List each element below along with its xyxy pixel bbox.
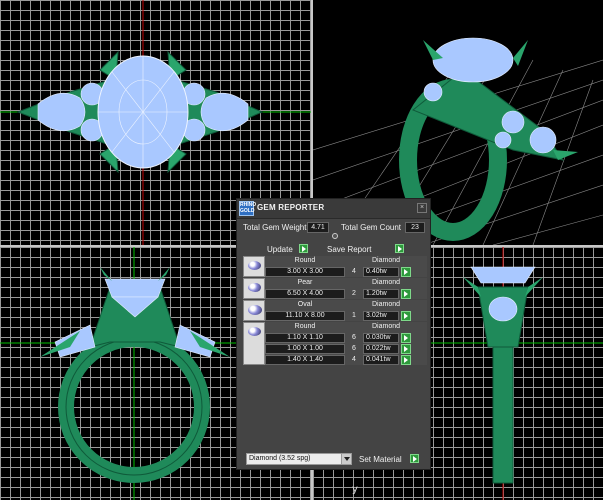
set-material-button[interactable]: Set Material (359, 455, 402, 464)
gem-go-arrow-icon[interactable] (401, 311, 411, 321)
gem-size: 1.00 X 1.00 (265, 344, 345, 354)
gem-size: 11.10 X 8.00 (265, 311, 345, 321)
gem-go-arrow-icon[interactable] (401, 344, 411, 354)
gem-weight: 3.02tw (363, 311, 399, 321)
gem-line: 1.00 X 1.00 6 0.022tw (265, 344, 427, 354)
gem-material-label: Diamond (371, 323, 400, 330)
gem-weight: 0.40tw (363, 267, 399, 277)
gem-material-label: Diamond (371, 257, 400, 264)
material-select-value: Diamond (3.52 spg) (249, 455, 311, 462)
gem-shape-icon (243, 278, 265, 299)
gem-reporter-panel[interactable]: RHINO GOLD GEM REPORTER × Total Gem Weig… (236, 198, 431, 470)
total-gem-count-value: 23 (405, 222, 425, 233)
gem-shape-label: Pear (297, 279, 313, 286)
panel-title-bar[interactable]: RHINO GOLD GEM REPORTER × (237, 199, 430, 219)
gem-count: 1 (352, 312, 356, 319)
slider-knob-icon[interactable] (332, 233, 338, 239)
gem-count: 2 (352, 290, 356, 297)
gem-weight: 0.022tw (363, 344, 399, 354)
gem-list: Round Diamond 3.00 X 3.00 4 0.40tw Pear … (243, 256, 427, 366)
gem-weight: 0.030tw (363, 333, 399, 343)
gem-shape-label: Round (294, 323, 316, 330)
gem-group-round-2[interactable]: Round Diamond 1.10 X 1.10 6 0.030tw 1.00… (243, 322, 427, 365)
close-icon[interactable]: × (417, 203, 427, 213)
total-gem-count-label: Total Gem Count (341, 223, 402, 232)
gem-line: 11.10 X 8.00 1 3.02tw (265, 311, 427, 321)
gem-count: 4 (352, 268, 356, 275)
gem-shape-label: Oval (297, 301, 313, 308)
gem-go-arrow-icon[interactable] (401, 267, 411, 277)
gem-count: 6 (352, 334, 356, 341)
gem-size: 6.50 X 4.00 (265, 289, 345, 299)
rhino-gold-logo-icon: RHINO GOLD (239, 201, 257, 216)
gem-size: 1.10 X 1.10 (265, 333, 345, 343)
gem-count: 6 (352, 345, 356, 352)
gem-count: 4 (352, 356, 356, 363)
update-button[interactable]: Update (267, 245, 293, 254)
save-report-button[interactable]: Save Report (327, 245, 371, 254)
gem-go-arrow-icon[interactable] (401, 289, 411, 299)
gem-shape-icon (243, 256, 265, 277)
gem-material-label: Diamond (371, 279, 400, 286)
axis-label-y: y (352, 484, 358, 495)
gem-group-round-1[interactable]: Round Diamond 3.00 X 3.00 4 0.40tw (243, 256, 427, 277)
gem-line: 1.10 X 1.10 6 0.030tw (265, 333, 427, 343)
gem-line: 1.40 X 1.40 4 0.041tw (265, 355, 427, 365)
gem-line: 3.00 X 3.00 4 0.40tw (265, 267, 427, 277)
total-gem-weight-label: Total Gem Weight (243, 223, 307, 232)
gem-shape-icon (243, 300, 265, 321)
gem-size: 1.40 X 1.40 (265, 355, 345, 365)
gem-group-oval[interactable]: Oval Diamond 11.10 X 8.00 1 3.02tw (243, 300, 427, 321)
gem-line: 6.50 X 4.00 2 1.20tw (265, 289, 427, 299)
gem-go-arrow-icon[interactable] (401, 333, 411, 343)
gem-weight: 1.20tw (363, 289, 399, 299)
dropdown-arrow-icon[interactable] (341, 454, 351, 464)
save-report-go-arrow-icon[interactable] (395, 244, 404, 253)
panel-title: GEM REPORTER (257, 203, 325, 212)
gem-size: 3.00 X 3.00 (265, 267, 345, 277)
gem-go-arrow-icon[interactable] (401, 355, 411, 365)
gem-weight: 0.041tw (363, 355, 399, 365)
update-go-arrow-icon[interactable] (299, 244, 308, 253)
gem-shape-icon (243, 322, 265, 365)
gem-material-label: Diamond (371, 301, 400, 308)
gem-group-pear[interactable]: Pear Diamond 6.50 X 4.00 2 1.20tw (243, 278, 427, 299)
material-select[interactable]: Diamond (3.52 spg) (246, 453, 352, 465)
gem-shape-label: Round (294, 257, 316, 264)
set-material-go-arrow-icon[interactable] (410, 454, 419, 463)
total-gem-weight-value: 4.71 (307, 222, 329, 233)
